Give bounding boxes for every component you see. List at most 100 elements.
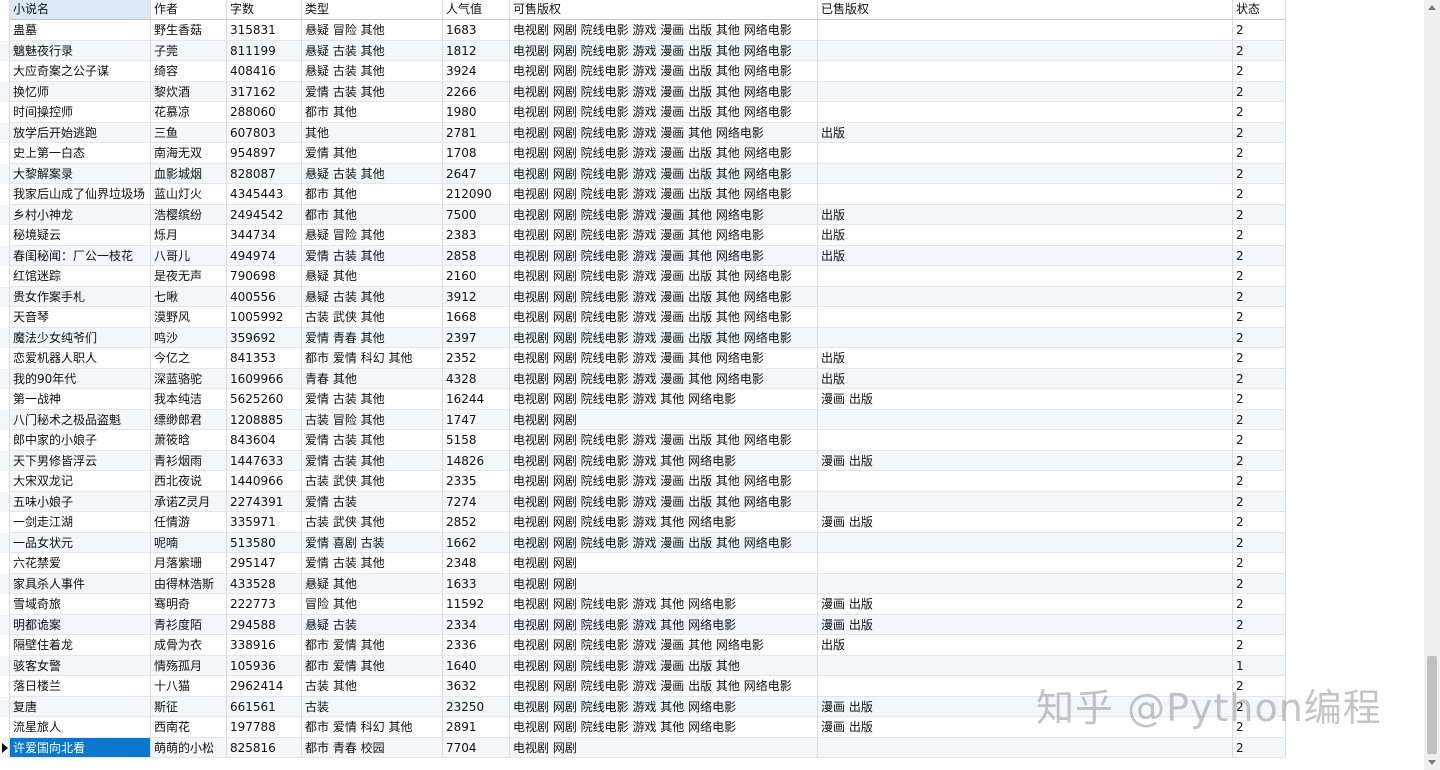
cell-author[interactable]: 浩樱缤纷 bbox=[151, 204, 227, 225]
table-row[interactable]: 五味小娘子 承诺Z灵月 2274391 爱情 古装 7274 电视剧 网剧 院线电影 游戏… bbox=[0, 491, 1286, 512]
cell-title[interactable]: 大应奇案之公子谋 bbox=[10, 61, 151, 82]
cell-popularity[interactable]: 1640 bbox=[443, 655, 510, 676]
cell-genre[interactable]: 都市 爱情 其他 bbox=[302, 635, 443, 656]
row-gutter[interactable] bbox=[0, 717, 10, 738]
cell-available-rights[interactable]: 电视剧 网剧 院线电影 游戏 其他 网络电影 bbox=[510, 717, 818, 738]
cell-title[interactable]: 骇客女警 bbox=[10, 655, 151, 676]
cell-status[interactable]: 2 bbox=[1233, 430, 1286, 451]
cell-word-count[interactable]: 317162 bbox=[227, 81, 302, 102]
cell-popularity[interactable]: 3924 bbox=[443, 61, 510, 82]
cell-popularity[interactable]: 16244 bbox=[443, 389, 510, 410]
cell-title[interactable]: 我的90年代 bbox=[10, 368, 151, 389]
row-gutter[interactable] bbox=[0, 471, 10, 492]
cell-genre[interactable]: 都市 其他 bbox=[302, 102, 443, 123]
cell-word-count[interactable]: 828087 bbox=[227, 163, 302, 184]
cell-title[interactable]: 复唐 bbox=[10, 696, 151, 717]
row-gutter[interactable] bbox=[0, 409, 10, 430]
cell-title[interactable]: 大宋双龙记 bbox=[10, 471, 151, 492]
cell-genre[interactable]: 古装 其他 bbox=[302, 676, 443, 697]
cell-author[interactable]: 今亿之 bbox=[151, 348, 227, 369]
cell-status[interactable]: 2 bbox=[1233, 553, 1286, 574]
cell-popularity[interactable]: 2336 bbox=[443, 635, 510, 656]
cell-word-count[interactable]: 338916 bbox=[227, 635, 302, 656]
row-gutter[interactable] bbox=[0, 40, 10, 61]
cell-word-count[interactable]: 344734 bbox=[227, 225, 302, 246]
cell-word-count[interactable]: 2962414 bbox=[227, 676, 302, 697]
cell-genre[interactable]: 古装 冒险 其他 bbox=[302, 409, 443, 430]
cell-sold-rights[interactable] bbox=[818, 40, 1233, 61]
cell-genre[interactable]: 爱情 其他 bbox=[302, 143, 443, 164]
row-gutter[interactable] bbox=[0, 594, 10, 615]
cell-author[interactable]: 八哥儿 bbox=[151, 245, 227, 266]
cell-available-rights[interactable]: 电视剧 网剧 院线电影 游戏 其他 网络电影 bbox=[510, 389, 818, 410]
cell-author[interactable]: 承诺Z灵月 bbox=[151, 491, 227, 512]
cell-author[interactable]: 蓝山灯火 bbox=[151, 184, 227, 205]
cell-word-count[interactable]: 1208885 bbox=[227, 409, 302, 430]
cell-title[interactable]: 换忆师 bbox=[10, 81, 151, 102]
cell-title[interactable]: 秘境疑云 bbox=[10, 225, 151, 246]
row-gutter[interactable] bbox=[0, 430, 10, 451]
row-gutter[interactable] bbox=[0, 368, 10, 389]
cell-genre[interactable]: 悬疑 冒险 其他 bbox=[302, 20, 443, 41]
row-gutter[interactable] bbox=[0, 20, 10, 41]
cell-sold-rights[interactable] bbox=[818, 286, 1233, 307]
cell-available-rights[interactable]: 电视剧 网剧 院线电影 游戏 漫画 出版 其他 网络电影 bbox=[510, 532, 818, 553]
cell-popularity[interactable]: 1980 bbox=[443, 102, 510, 123]
cell-popularity[interactable]: 2266 bbox=[443, 81, 510, 102]
cell-word-count[interactable]: 811199 bbox=[227, 40, 302, 61]
table-row[interactable]: 天音琴 漠野风 1005992 古装 武侠 其他 1668 电视剧 网剧 院线电影 游戏 … bbox=[0, 307, 1286, 328]
cell-available-rights[interactable]: 电视剧 网剧 bbox=[510, 553, 818, 574]
cell-genre[interactable]: 爱情 古装 其他 bbox=[302, 245, 443, 266]
cell-genre[interactable]: 爱情 古装 其他 bbox=[302, 389, 443, 410]
cell-available-rights[interactable]: 电视剧 网剧 院线电影 游戏 漫画 其他 网络电影 bbox=[510, 368, 818, 389]
cell-author[interactable]: 绮容 bbox=[151, 61, 227, 82]
cell-word-count[interactable]: 841353 bbox=[227, 348, 302, 369]
cell-status[interactable]: 2 bbox=[1233, 286, 1286, 307]
row-gutter[interactable] bbox=[0, 204, 10, 225]
cell-sold-rights[interactable] bbox=[818, 553, 1233, 574]
row-gutter[interactable] bbox=[0, 532, 10, 553]
cell-word-count[interactable]: 105936 bbox=[227, 655, 302, 676]
table-row[interactable]: 我家后山成了仙界垃圾场 蓝山灯火 4345443 都市 其他 212090 电视剧 网剧 … bbox=[0, 184, 1286, 205]
cell-sold-rights[interactable] bbox=[818, 532, 1233, 553]
cell-author[interactable]: 七啾 bbox=[151, 286, 227, 307]
cell-sold-rights[interactable]: 出版 bbox=[818, 204, 1233, 225]
cell-title[interactable]: 魑魅夜行录 bbox=[10, 40, 151, 61]
table-row[interactable]: 放学后开始逃跑 三鱼 607803 其他 2781 电视剧 网剧 院线电影 游戏 漫画 其… bbox=[0, 122, 1286, 143]
cell-status[interactable]: 2 bbox=[1233, 245, 1286, 266]
row-gutter[interactable] bbox=[0, 102, 10, 123]
cell-available-rights[interactable]: 电视剧 网剧 院线电影 游戏 漫画 出版 其他 网络电影 bbox=[510, 491, 818, 512]
cell-author[interactable]: 十八猫 bbox=[151, 676, 227, 697]
row-gutter[interactable] bbox=[0, 676, 10, 697]
cell-popularity[interactable]: 2397 bbox=[443, 327, 510, 348]
cell-word-count[interactable]: 335971 bbox=[227, 512, 302, 533]
cell-title[interactable]: 雪域奇旅 bbox=[10, 594, 151, 615]
cell-title[interactable]: 隔壁住着龙 bbox=[10, 635, 151, 656]
cell-available-rights[interactable]: 电视剧 网剧 院线电影 游戏 漫画 出版 其他 网络电影 bbox=[510, 102, 818, 123]
cell-popularity[interactable]: 2852 bbox=[443, 512, 510, 533]
column-header-popularity[interactable]: 人气值 bbox=[443, 0, 510, 20]
cell-genre[interactable]: 古装 武侠 其他 bbox=[302, 471, 443, 492]
table-row[interactable]: 大应奇案之公子谋 绮容 408416 悬疑 古装 其他 3924 电视剧 网剧 院线电影 … bbox=[0, 61, 1286, 82]
cell-sold-rights[interactable]: 出版 bbox=[818, 122, 1233, 143]
row-gutter[interactable] bbox=[0, 491, 10, 512]
cell-word-count[interactable]: 1440966 bbox=[227, 471, 302, 492]
cell-author[interactable]: 烁月 bbox=[151, 225, 227, 246]
cell-sold-rights[interactable] bbox=[818, 430, 1233, 451]
cell-status[interactable]: 2 bbox=[1233, 491, 1286, 512]
table-row[interactable]: 雪域奇旅 骞明奇 222773 冒险 其他 11592 电视剧 网剧 院线电影 游戏 其他… bbox=[0, 594, 1286, 615]
cell-status[interactable]: 2 bbox=[1233, 512, 1286, 533]
cell-available-rights[interactable]: 电视剧 网剧 院线电影 游戏 漫画 其他 网络电影 bbox=[510, 122, 818, 143]
table-row[interactable]: 天下男修皆浮云 青衫烟雨 1447633 爱情 古装 其他 14826 电视剧 网剧 院线… bbox=[0, 450, 1286, 471]
cell-word-count[interactable]: 1447633 bbox=[227, 450, 302, 471]
cell-status[interactable]: 2 bbox=[1233, 737, 1286, 758]
cell-genre[interactable]: 其他 bbox=[302, 122, 443, 143]
cell-status[interactable]: 2 bbox=[1233, 40, 1286, 61]
cell-popularity[interactable]: 2335 bbox=[443, 471, 510, 492]
cell-available-rights[interactable]: 电视剧 网剧 院线电影 游戏 漫画 出版 其他 bbox=[510, 655, 818, 676]
row-gutter[interactable] bbox=[0, 553, 10, 574]
cell-author[interactable]: 黎炊酒 bbox=[151, 81, 227, 102]
cell-available-rights[interactable]: 电视剧 网剧 院线电影 游戏 其他 网络电影 bbox=[510, 594, 818, 615]
row-gutter[interactable] bbox=[0, 307, 10, 328]
table-row[interactable]: 贵女作案手札 七啾 400556 悬疑 古装 其他 3912 电视剧 网剧 院线电影 游戏… bbox=[0, 286, 1286, 307]
